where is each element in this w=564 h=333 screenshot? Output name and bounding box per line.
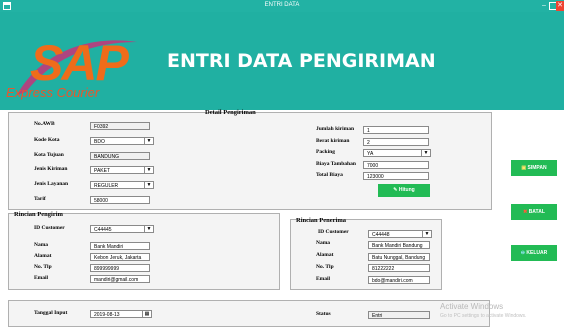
title-bar: ENTRI DATA – ✕ [0,0,564,12]
save-icon: ▣ [521,165,527,171]
logo: SAP [30,35,129,91]
pengirim-tlp-label: No. Tlp [34,264,52,270]
pengirim-id-select[interactable]: C44445 ▼ [90,225,154,233]
dropdown-arrow-icon[interactable]: ▼ [144,167,153,173]
close-button[interactable]: ✕ [556,1,564,11]
pengirim-email-label: Email [34,275,49,281]
rincian-penerima-heading: Rincian Penerima [296,217,347,224]
penerima-alamat-label: Alamat [316,252,334,258]
penerima-nama-field[interactable]: Bank Mandiri Bandung [368,241,430,249]
penerima-alamat-field[interactable]: Batu Nunggal, Bandung [368,253,430,261]
activation-watermark-title: Activate Windows [440,302,504,311]
jenis-kiriman-select[interactable]: PAKET ▼ [90,166,154,174]
hitung-label: Hitung [398,187,415,193]
pengirim-tlp-field[interactable]: 899999999 [90,264,150,272]
biaya-tambahan-field[interactable]: 7000 [363,161,429,169]
exit-icon: ⊖ [520,250,525,256]
dropdown-arrow-icon[interactable]: ▼ [421,150,430,156]
jenis-layanan-value: REGULER [94,183,119,189]
rincian-pengirim-heading: Rincian Pengirim [14,211,63,218]
calendar-icon[interactable]: ▦ [142,311,151,317]
hitung-button[interactable]: ✎ Hitung [378,184,430,197]
jenis-kiriman-value: PAKET [94,168,111,174]
packing-select[interactable]: YA ▼ [363,149,431,157]
tarif-label: Tarif [34,196,46,202]
packing-label: Packing [316,149,335,155]
activation-watermark-text: Go to PC settings to activate Windows. [440,313,527,319]
detail-pengiriman-heading: Detail Pengiriman [205,109,256,116]
logo-subtitle: Express Courier [6,85,100,100]
penerima-id-label: ID Customer [318,229,349,235]
pengirim-alamat-field[interactable]: Kebon Jeruk, Jakarta [90,253,150,261]
dropdown-arrow-icon[interactable]: ▼ [144,138,153,144]
penerima-nama-label: Nama [316,240,331,246]
total-biaya-field[interactable]: 123000 [363,172,429,180]
batal-label: BATAL [528,209,545,215]
tarif-field[interactable]: 58000 [90,196,150,204]
batal-button[interactable]: ✖ BATAL [511,204,557,220]
dropdown-arrow-icon[interactable]: ▼ [144,226,153,232]
biaya-tambahan-label: Biaya Tambahan [316,161,356,167]
dropdown-arrow-icon[interactable]: ▼ [144,182,153,188]
berat-kiriman-label: Berat kiriman [316,138,350,144]
tanggal-input-field[interactable]: 2019-08-13 ▦ [90,310,152,318]
penerima-id-value: C44448 [372,232,390,238]
no-awb-field[interactable]: F0392 [90,122,150,130]
kode-kota-select[interactable]: BDO ▼ [90,137,154,145]
window-title: ENTRI DATA [264,2,300,8]
keluar-label: KELUAR [526,250,548,256]
pengirim-nama-field[interactable]: Bank Mandiri [90,242,150,250]
jenis-kiriman-label: Jenis Kiriman [34,166,68,172]
penerima-email-field[interactable]: bdo@mandiri.com [368,276,430,284]
simpan-label: SIMPAN [527,165,547,171]
pencil-icon: ✎ [393,187,398,193]
tanggal-input-value: 2019-08-13 [94,312,120,318]
jumlah-kiriman-field[interactable]: 1 [363,126,429,134]
penerima-tlp-label: No. Tlp [316,264,334,270]
jenis-layanan-select[interactable]: REGULER ▼ [90,181,154,189]
status-field[interactable]: Entri [368,311,430,319]
pengirim-id-value: C44445 [94,227,112,233]
pengirim-alamat-label: Alamat [34,253,52,259]
total-biaya-label: Total Biaya [316,172,343,178]
status-label: Status [316,311,331,317]
jumlah-kiriman-label: Jumlah kiriman [316,126,355,132]
kota-tujuan-field[interactable]: BANDUNG [90,152,150,160]
pengirim-email-field[interactable]: mandiri@gmail.com [90,275,150,283]
page-title: ENTRI DATA PENGIRIMAN [167,50,436,72]
minimize-button[interactable]: – [540,1,548,11]
pengirim-id-label: ID Customer [34,225,65,231]
cancel-icon: ✖ [523,209,528,215]
penerima-id-select[interactable]: C44448 ▼ [368,230,432,238]
kota-tujuan-label: Kota Tujuan [34,152,64,158]
no-awb-label: No.AWB [34,121,55,127]
tanggal-input-label: Tanggal Input [34,310,68,316]
simpan-button[interactable]: ▣ SIMPAN [511,160,557,176]
kode-kota-label: Kode Kota [34,137,60,143]
penerima-tlp-field[interactable]: 81222222 [368,264,430,272]
pengirim-nama-label: Nama [34,242,49,248]
dropdown-arrow-icon[interactable]: ▼ [422,231,431,237]
kode-kota-value: BDO [94,139,105,145]
packing-value: YA [367,151,374,157]
jenis-layanan-label: Jenis Layanan [34,181,69,187]
penerima-email-label: Email [316,276,331,282]
keluar-button[interactable]: ⊖ KELUAR [511,245,557,261]
berat-kiriman-field[interactable]: 2 [363,138,429,146]
